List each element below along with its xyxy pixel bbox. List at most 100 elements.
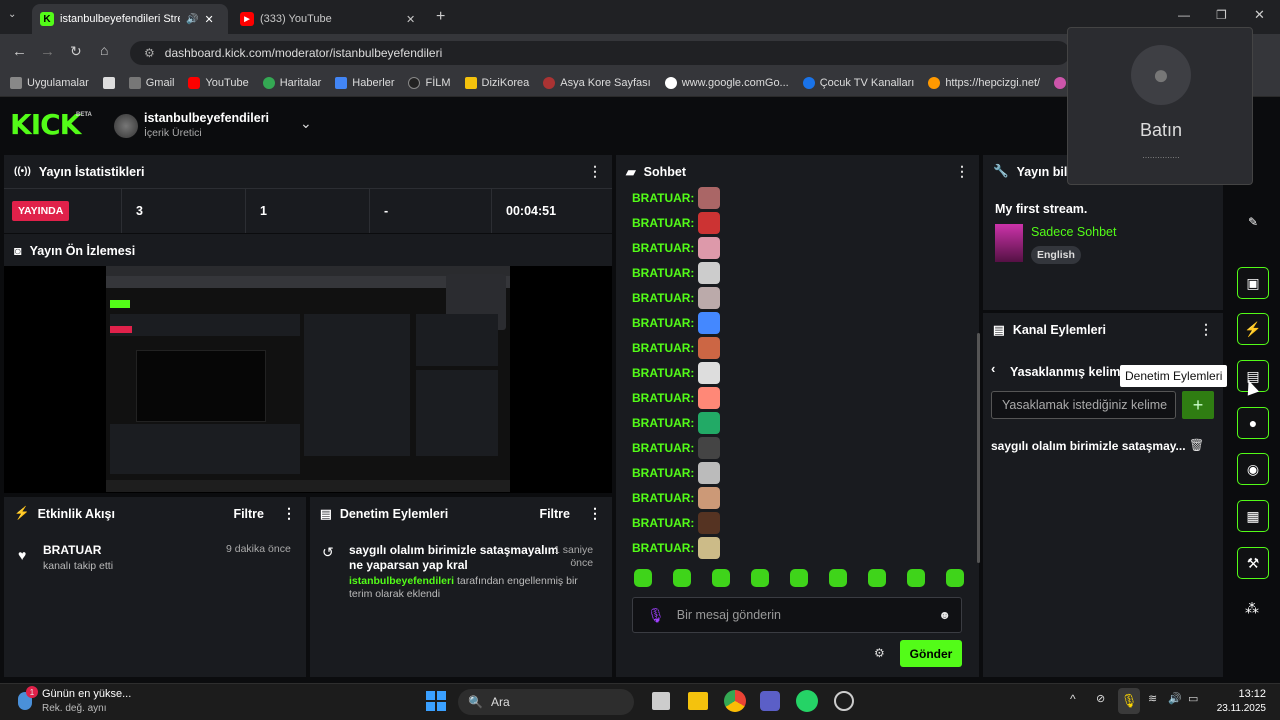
emote-button[interactable] [790,569,808,587]
window-close-icon[interactable]: ✕ [1254,7,1265,23]
volume-icon[interactable]: 🔊 [1168,692,1182,705]
battery-icon[interactable]: ▭ [1188,692,1198,705]
back-icon[interactable]: ← [12,43,27,60]
call-popup[interactable]: ● Batın ............... [1067,27,1253,185]
new-tab-icon[interactable]: + [436,8,445,26]
windows-start-icon[interactable] [426,691,446,711]
emote-button[interactable] [868,569,886,587]
bookmark-youtube[interactable]: YouTube [188,77,249,89]
emote-button[interactable] [751,569,769,587]
chat-message[interactable]: BRATUAR: [632,385,952,410]
chat-message[interactable]: BRATUAR: [632,410,952,435]
chat-username[interactable]: BRATUAR: [632,416,694,430]
bookmark-blank[interactable] [102,77,115,89]
preview-video[interactable] [4,266,612,493]
bookmark-film[interactable]: FİLM [408,77,451,89]
microphone-icon[interactable]: 🎙 [1118,688,1140,714]
chat-username[interactable]: BRATUAR: [632,466,694,480]
bookmark-asya[interactable]: Asya Kore Sayfası [543,77,651,89]
chat-message[interactable]: BRATUAR: [632,535,952,560]
wrench-tool-icon[interactable]: ⚒ [1237,547,1269,579]
wifi-icon[interactable]: ≋ [1148,692,1157,705]
chat-scrollbar[interactable] [977,333,980,563]
emote-button[interactable] [907,569,925,587]
filter-button[interactable]: Filtre [233,507,264,521]
taskbar-search[interactable]: 🔍 Ara [458,689,634,715]
actor-link[interactable]: istanbulbeyefendileri [349,575,454,587]
chat-username[interactable]: BRATUAR: [632,491,694,505]
chat-message[interactable]: BRATUAR: [632,260,952,285]
chat-username[interactable]: BRATUAR: [632,266,694,280]
teams-icon[interactable] [760,691,780,711]
trash-icon[interactable]: 🗑 [1189,438,1204,452]
home-icon[interactable]: ⌂ [100,42,108,58]
edit-pencil-icon[interactable]: ✎ [1237,206,1269,238]
chat-username[interactable]: BRATUAR: [632,241,694,255]
bookmark-hepcizgi[interactable]: https://hepcizgi.net/ [928,77,1040,89]
chat-input[interactable]: 🎙 Bir mesaj gönderin ☻ [632,597,962,633]
chat-username[interactable]: BRATUAR: [632,516,694,530]
back-chevron-icon[interactable]: ‹ [991,361,995,376]
chat-username[interactable]: BRATUAR: [632,366,694,380]
undo-icon[interactable]: ↺ [322,544,334,561]
whatsapp-icon[interactable] [796,690,818,712]
chat-username[interactable]: BRATUAR: [632,191,694,205]
forward-icon[interactable]: → [40,43,55,60]
emoji-icon[interactable]: ☻ [938,608,951,622]
close-icon[interactable]: ✕ [406,13,415,26]
more-icon[interactable]: ⋮ [1199,321,1213,338]
chat-message[interactable]: BRATUAR: [632,485,952,510]
chat-message[interactable]: BRATUAR: [632,510,952,535]
video-icon[interactable]: ▦ [1237,500,1269,532]
bookmark-news[interactable]: Haberler [335,77,394,89]
emote-button[interactable] [673,569,691,587]
url-field[interactable]: ⚙ dashboard.kick.com/moderator/istanbulb… [130,41,1070,65]
kick-logo[interactable]: KICK [10,108,81,141]
bookmark-dizikorea[interactable]: DiziKorea [464,77,529,89]
settings-gear-icon[interactable]: ⚙ [874,646,885,660]
weather-title[interactable]: Günün en yükse... [42,688,131,700]
more-icon[interactable]: ⋮ [588,505,602,522]
stream-preview-icon[interactable]: ▣ [1237,267,1269,299]
mic-icon[interactable]: 🎙 [647,607,665,624]
chat-message[interactable]: BRATUAR: [632,435,952,460]
chat-message[interactable]: BRATUAR: [632,335,952,360]
bookmark-google[interactable]: www.google.comGo... [664,77,789,89]
broadcast-icon[interactable]: ◉ [1237,453,1269,485]
tray-chevron-icon[interactable]: ^ [1070,692,1076,706]
add-word-button[interactable]: + [1182,391,1214,419]
chat-username[interactable]: BRATUAR: [632,291,694,305]
chat-message[interactable]: BRATUAR: [632,285,952,310]
file-explorer-icon[interactable] [688,692,708,710]
chat-message[interactable]: BRATUAR: [632,210,952,235]
minimize-icon[interactable]: — [1178,8,1190,22]
app-icon[interactable] [834,691,854,711]
bookmark-maps[interactable]: Haritalar [262,77,321,89]
chrome-icon[interactable] [724,690,746,712]
chat-username[interactable]: BRATUAR: [632,316,694,330]
filter-button[interactable]: Filtre [539,507,570,521]
chat-username[interactable]: BRATUAR: [632,541,694,555]
activity-user[interactable]: BRATUAR [43,543,101,557]
bookmark-cocuk[interactable]: Çocuk TV Kanalları [802,77,914,89]
chat-message[interactable]: BRATUAR: [632,460,952,485]
chat-message[interactable]: BRATUAR: [632,185,952,210]
more-icon[interactable]: ⋮ [588,163,602,180]
more-icon[interactable]: ⋮ [955,163,969,180]
site-info-icon[interactable]: ⚙ [144,46,155,60]
chat-message[interactable]: BRATUAR: [632,360,952,385]
chat-username[interactable]: BRATUAR: [632,441,694,455]
more-icon[interactable]: ⋮ [282,505,296,522]
chevron-down-icon[interactable]: ⌄ [300,115,312,132]
emote-button[interactable] [634,569,652,587]
send-button[interactable]: Gönder [900,640,962,667]
chat-username[interactable]: BRATUAR: [632,341,694,355]
tab-youtube[interactable]: ▶ (333) YouTube ✕ [232,4,428,34]
tab-search-icon[interactable]: ⌄ [8,9,26,25]
banned-word-input[interactable]: Yasaklamak istediğiniz kelime [991,391,1176,419]
chat-message[interactable]: BRATUAR: [632,310,952,335]
bookmark-apps[interactable]: Uygulamalar [10,77,89,89]
activity-bolt-icon[interactable]: ⚡ [1237,313,1269,345]
bookmark-gmail[interactable]: Gmail [128,77,174,89]
task-view-icon[interactable] [652,692,670,710]
